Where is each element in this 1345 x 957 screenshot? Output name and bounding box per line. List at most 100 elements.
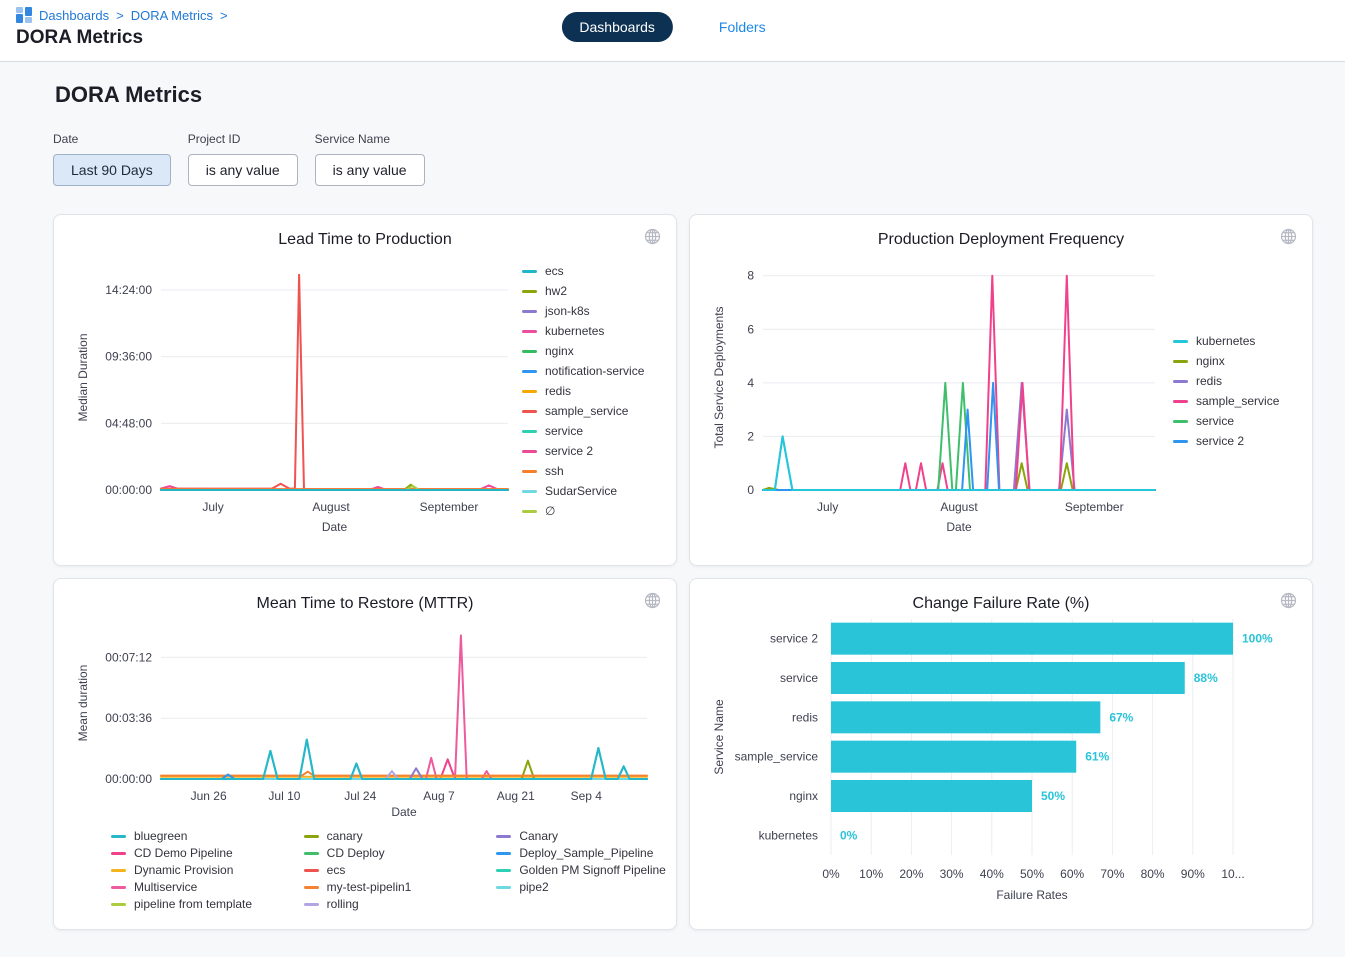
svg-text:Failure Rates: Failure Rates [996,888,1067,902]
legend-label: kubernetes [545,324,604,338]
chart-title: Mean Time to Restore (MTTR) [69,595,661,613]
legend-label: Canary [519,829,558,843]
svg-text:50%: 50% [1041,789,1065,803]
legend-label: CD Deploy [327,846,385,860]
svg-text:Jul 24: Jul 24 [344,789,376,803]
legend-item: rolling [304,897,485,911]
tab-dashboards[interactable]: Dashboards [561,12,673,42]
svg-text:0%: 0% [822,867,840,881]
legend-label: Golden PM Signoff Pipeline [519,863,666,877]
legend-item: notification-service [522,364,644,378]
mttr-chart: 00:00:0000:03:3600:07:12Jun 26Jul 10Jul … [69,613,659,821]
svg-text:04:48:00: 04:48:00 [105,416,152,430]
globe-icon[interactable] [1278,590,1299,614]
svg-text:4: 4 [747,376,754,390]
lead-time-chart: 00:00:0004:48:0009:36:0014:24:00JulyAugu… [69,249,514,536]
deploy-frequency-chart: 02468JulyAugustSeptemberDateTotal Servic… [705,249,1165,536]
filter-service-name: Service Name is any value [315,132,425,186]
card-deploy-frequency: Production Deployment Frequency 02468Jul… [689,214,1313,566]
legend-item: service [1173,414,1279,428]
legend-swatch [522,490,537,493]
svg-text:Mean duration: Mean duration [76,665,90,742]
svg-text:00:07:12: 00:07:12 [105,650,152,664]
legend-swatch [522,470,537,473]
legend-label: service 2 [545,444,593,458]
svg-text:10%: 10% [859,867,883,881]
chart-title: Production Deployment Frequency [705,231,1297,249]
svg-text:nginx: nginx [789,789,818,803]
svg-text:July: July [202,500,223,514]
filter-value-button[interactable]: is any value [188,154,298,186]
legend-item: CD Deploy [304,846,485,860]
legend-label: sample_service [545,404,628,418]
lead-time-legend: ecshw2json-k8skubernetesnginxnotificatio… [514,264,644,521]
card-lead-time: Lead Time to Production 00:00:0004:48:00… [53,214,677,566]
svg-text:20%: 20% [899,867,923,881]
legend-item: Multiservice [111,880,292,894]
legend-swatch [496,886,511,889]
svg-text:14:24:00: 14:24:00 [105,283,152,297]
breadcrumb-link[interactable]: DORA Metrics [131,8,213,23]
legend-swatch [111,903,126,906]
legend-swatch [1173,420,1188,423]
svg-text:90%: 90% [1181,867,1205,881]
legend-item: nginx [522,344,644,358]
svg-text:Total Service Deployments: Total Service Deployments [712,306,726,448]
globe-icon[interactable] [1278,226,1299,250]
breadcrumb-separator: > [116,8,124,23]
legend-label: my-test-pipelin1 [327,880,412,894]
legend-label: SudarService [545,484,617,498]
legend-swatch [522,270,537,273]
filter-project-id: Project IDis any value [188,132,298,186]
legend-item: sample_service [522,404,644,418]
legend-label: ecs [545,264,564,278]
svg-text:60%: 60% [1060,867,1084,881]
top-header: Dashboards>DORA Metrics> DORA Metrics Da… [0,0,1345,62]
legend-item: ∅ [522,504,644,518]
breadcrumb-separator: > [220,8,228,23]
legend-swatch [522,430,537,433]
globe-icon[interactable] [642,590,663,614]
svg-text:6: 6 [747,322,754,336]
legend-item: hw2 [522,284,644,298]
svg-text:0%: 0% [840,828,858,842]
legend-swatch [522,450,537,453]
globe-icon[interactable] [642,226,663,250]
filter-value-button[interactable]: is any value [315,154,425,186]
svg-text:Jun 26: Jun 26 [191,789,227,803]
svg-text:Aug 21: Aug 21 [497,789,535,803]
svg-text:redis: redis [792,710,818,724]
svg-text:service 2: service 2 [770,632,818,646]
legend-swatch [304,835,319,838]
filter-label: Service Name [315,132,425,146]
legend-swatch [522,370,537,373]
svg-text:70%: 70% [1100,867,1124,881]
legend-swatch [304,886,319,889]
legend-swatch [522,310,537,313]
legend-item: Golden PM Signoff Pipeline [496,863,677,877]
legend-item: my-test-pipelin1 [304,880,485,894]
legend-label: sample_service [1196,394,1279,408]
legend-swatch [304,852,319,855]
svg-text:Median Duration: Median Duration [76,333,90,421]
breadcrumb-link[interactable]: Dashboards [39,8,109,23]
legend-swatch [1173,400,1188,403]
legend-label: canary [327,829,363,843]
legend-item: redis [1173,374,1279,388]
legend-swatch [522,330,537,333]
legend-label: bluegreen [134,829,187,843]
tab-folders[interactable]: Folders [701,12,784,42]
legend-swatch [522,350,537,353]
legend-swatch [111,852,126,855]
legend-label: redis [1196,374,1222,388]
legend-label: nginx [1196,354,1225,368]
svg-text:67%: 67% [1109,710,1133,724]
dashboard-heading: DORA Metrics [55,82,1313,108]
legend-item: ecs [304,863,485,877]
change-failure-rate-chart: 0%10%20%30%40%50%60%70%80%90%10...Failur… [705,613,1297,905]
svg-text:Date: Date [322,520,348,534]
filter-value-button[interactable]: Last 90 Days [53,154,171,186]
legend-item: ecs [522,264,644,278]
legend-label: rolling [327,897,359,911]
svg-text:00:00:00: 00:00:00 [105,483,152,497]
